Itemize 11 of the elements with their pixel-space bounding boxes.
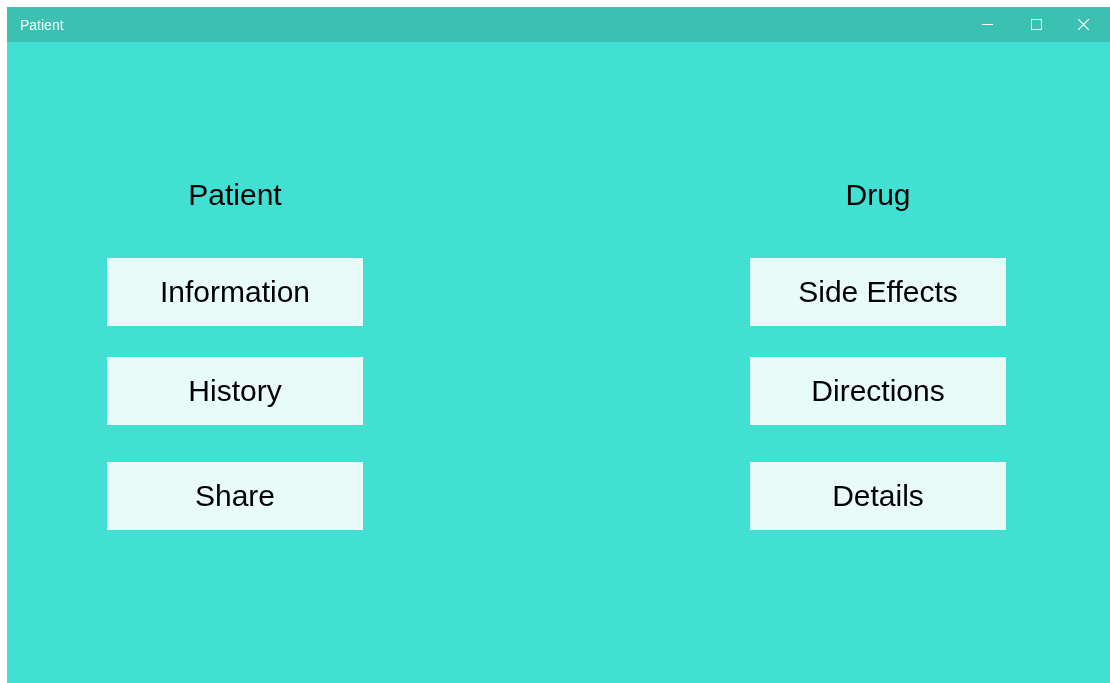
close-icon[interactable] [1078, 19, 1089, 30]
menu-button[interactable]: Share [107, 462, 363, 530]
menu-button[interactable]: Directions [750, 357, 1006, 425]
menu-button[interactable]: Information [107, 258, 363, 326]
menu-button[interactable]: Details [750, 462, 1006, 530]
section-heading: Drug [845, 177, 911, 213]
maximize-icon[interactable] [1031, 19, 1042, 30]
menu-button[interactable]: History [107, 357, 363, 425]
window-title: Patient [20, 16, 65, 33]
menu-button[interactable]: Side Effects [750, 258, 1006, 326]
section-heading: Patient [188, 177, 282, 213]
